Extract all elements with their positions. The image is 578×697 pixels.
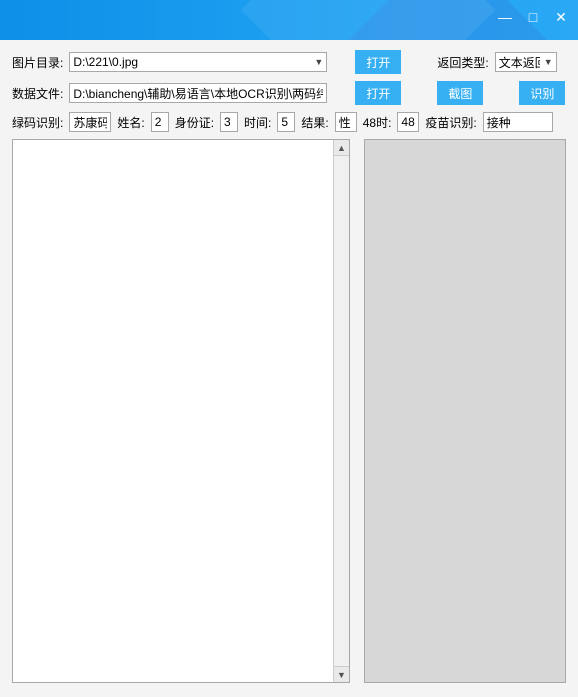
vaccine-label: 疫苗识别: — [425, 114, 476, 131]
maximize-icon[interactable]: □ — [524, 8, 542, 26]
open-image-button[interactable]: 打开 — [355, 50, 401, 74]
result-input[interactable] — [335, 112, 357, 132]
image-preview-pane — [364, 139, 566, 683]
name-input[interactable] — [151, 112, 169, 132]
open-data-button[interactable]: 打开 — [355, 81, 401, 105]
data-file-input[interactable] — [69, 83, 327, 103]
image-dir-label: 图片目录: — [12, 54, 63, 71]
scroll-down-icon[interactable]: ▼ — [333, 666, 349, 682]
scroll-up-icon[interactable]: ▲ — [333, 140, 349, 156]
green-code-input[interactable] — [69, 112, 111, 132]
h48-input[interactable] — [397, 112, 419, 132]
result-label: 结果: — [301, 114, 328, 131]
minimize-icon[interactable]: — — [496, 8, 514, 26]
text-output-pane[interactable]: ▲ ▼ — [12, 139, 350, 683]
image-dir-input[interactable] — [69, 52, 327, 72]
time-label: 时间: — [244, 114, 271, 131]
image-dir-combo[interactable]: ▼ — [69, 52, 327, 72]
content-area: 图片目录: ▼ 打开 返回类型: ▼ 数据文件: 打开 截图 识别 绿码识别: … — [0, 40, 578, 697]
id-input[interactable] — [220, 112, 238, 132]
capture-button[interactable]: 截图 — [437, 81, 483, 105]
time-input[interactable] — [277, 112, 295, 132]
row-image-dir: 图片目录: ▼ 打开 返回类型: ▼ — [12, 50, 566, 74]
scrollbar-track[interactable] — [333, 156, 349, 666]
green-code-label: 绿码识别: — [12, 114, 63, 131]
row-data-file: 数据文件: 打开 截图 识别 — [12, 81, 566, 105]
id-label: 身份证: — [175, 114, 214, 131]
row-fields: 绿码识别: 姓名: 身份证: 时间: 结果: 48时: 疫苗识别: — [12, 112, 566, 132]
window-controls: — □ ✕ — [496, 8, 570, 26]
title-bar: — □ ✕ — [0, 0, 578, 40]
recognize-button[interactable]: 识别 — [519, 81, 565, 105]
return-type-input[interactable] — [495, 52, 557, 72]
panes: ▲ ▼ — [12, 139, 566, 683]
return-type-label: 返回类型: — [437, 54, 488, 71]
close-icon[interactable]: ✕ — [552, 8, 570, 26]
name-label: 姓名: — [117, 114, 144, 131]
vaccine-input[interactable] — [483, 112, 553, 132]
data-file-label: 数据文件: — [12, 85, 63, 102]
return-type-combo[interactable]: ▼ — [495, 52, 557, 72]
h48-label: 48时: — [363, 114, 392, 131]
